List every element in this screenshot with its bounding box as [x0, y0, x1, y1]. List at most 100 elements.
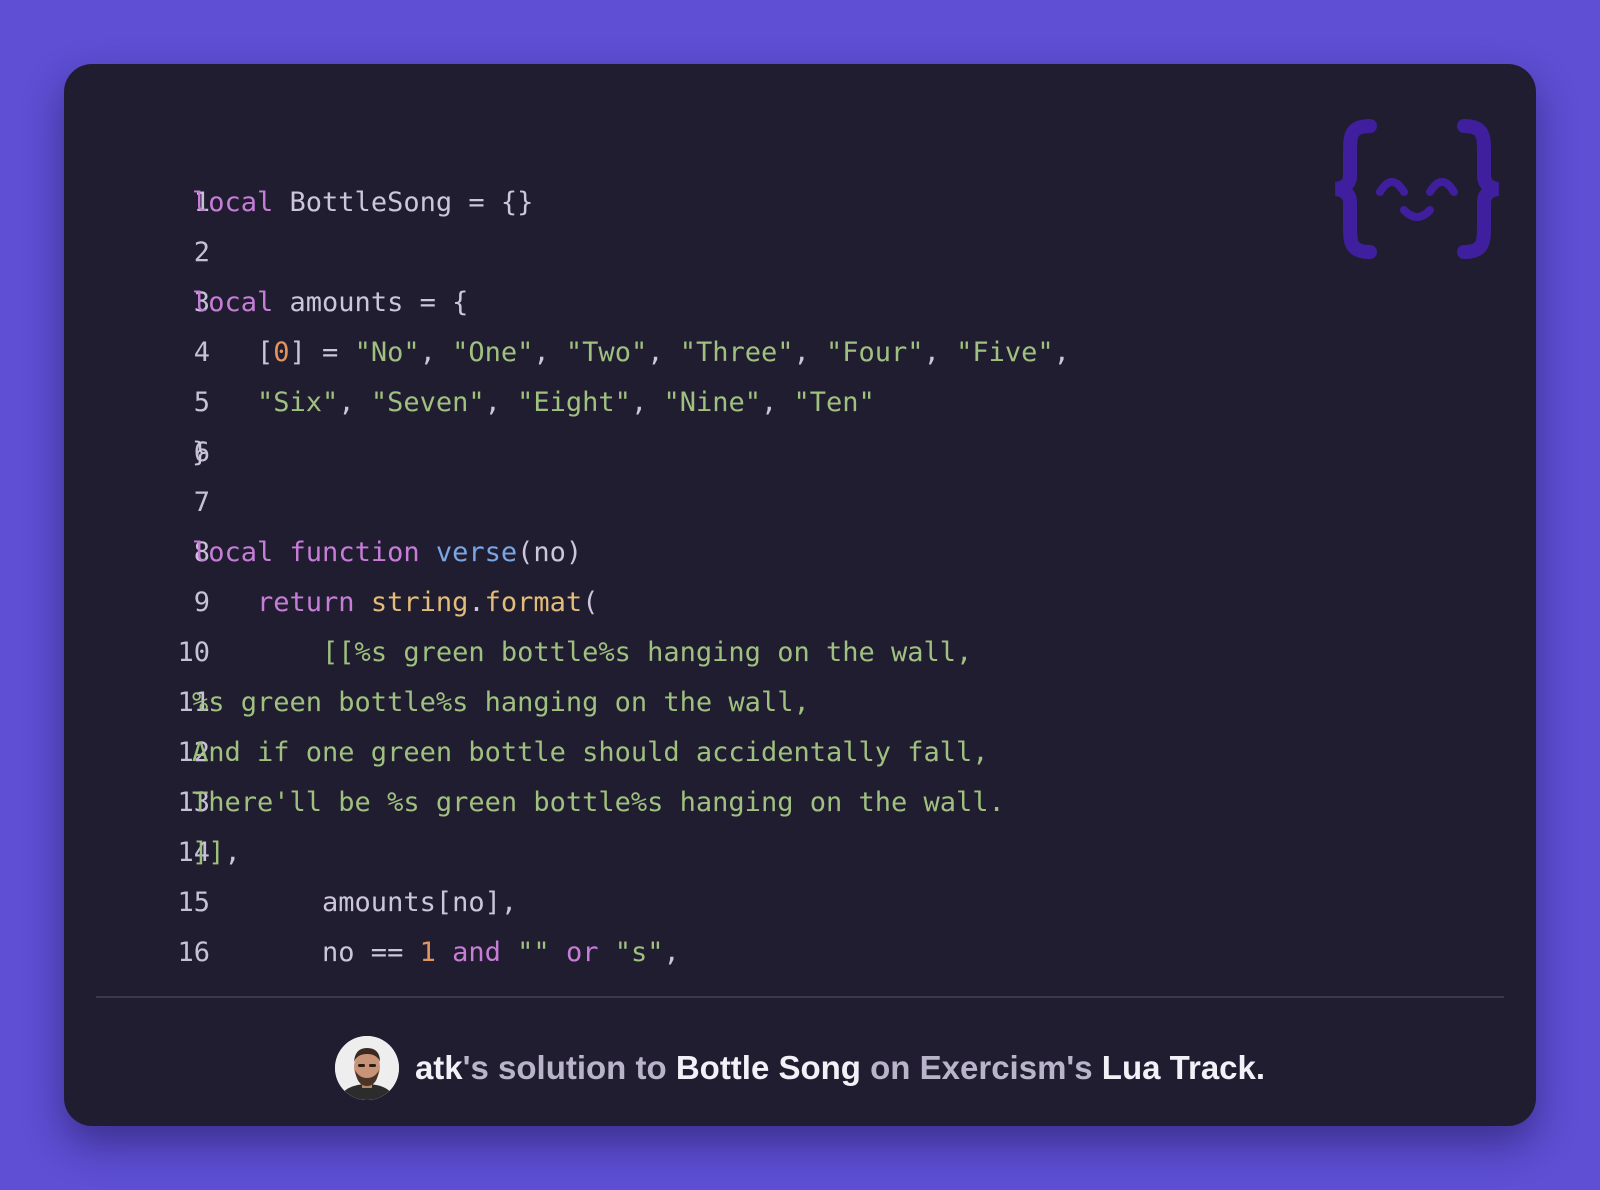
- footer-divider: [96, 996, 1504, 998]
- code-token: return: [257, 587, 355, 618]
- code-line: 14]],: [64, 827, 1536, 878]
- code-token: "Two": [565, 337, 648, 368]
- avatar-portrait-icon: [334, 1035, 399, 1100]
- code-token: }: [192, 437, 209, 468]
- code-token: 0: [273, 337, 290, 368]
- code-token: "Three": [679, 337, 794, 368]
- code-token: ,: [484, 387, 518, 418]
- code-line: 9 return string.format(: [64, 577, 1536, 628]
- exercise-name[interactable]: Bottle Song: [676, 1049, 861, 1086]
- code-token: And if one green bottle should accidenta…: [192, 737, 989, 768]
- code-token: [[%s green bottle%s hanging on the wall,: [322, 637, 973, 668]
- code-line: 16 no == 1 and "" or "s",: [64, 927, 1536, 978]
- code-token: ,: [533, 337, 566, 368]
- code-token: "No": [354, 337, 420, 368]
- line-source: local BottleSong = {}: [192, 177, 533, 228]
- line-source: }: [192, 427, 208, 478]
- line-source: [0] = "No", "One", "Two", "Three", "Four…: [192, 327, 1070, 378]
- code-token: %s green bottle%s hanging on the wall,: [192, 687, 810, 718]
- platform-name[interactable]: Exercism: [920, 1049, 1067, 1086]
- solution-to-text: solution to: [488, 1048, 676, 1086]
- author-name[interactable]: atk: [415, 1049, 463, 1086]
- code-line: 12 And if one green bottle should acciden…: [64, 727, 1536, 778]
- code-token: amounts = {: [273, 287, 469, 318]
- code-line: 13 There'll be %s green bottle%s hanging …: [64, 777, 1536, 828]
- code-token: local: [192, 287, 274, 318]
- code-line: 4 [0] = "No", "One", "Two", "Three", "Fo…: [64, 327, 1536, 378]
- code-token: ,: [647, 337, 680, 368]
- code-line: 1 local BottleSong = {}: [64, 177, 1536, 228]
- code-token: "Seven": [370, 387, 485, 418]
- code-token: ]]: [192, 837, 225, 868]
- line-source: [[%s green bottle%s hanging on the wall,: [192, 627, 972, 678]
- code-token: "": [517, 937, 550, 968]
- code-token: ,: [761, 387, 794, 418]
- code-token: "One": [452, 337, 534, 368]
- solution-caption: atk's solution to Bottle Song on Exercis…: [415, 1049, 1265, 1087]
- code-token: "s": [614, 937, 664, 968]
- exercism-logo-icon: [1334, 119, 1500, 259]
- line-source: local function verse(no): [192, 527, 582, 578]
- code-token: ,: [663, 937, 680, 968]
- user-avatar[interactable]: [334, 1035, 399, 1100]
- code-token: ,: [419, 337, 453, 368]
- line-source: amounts[no],: [192, 877, 517, 928]
- code-line: 3 local amounts = {: [64, 277, 1536, 328]
- code-token: format: [484, 587, 583, 618]
- code-token: local: [192, 187, 274, 218]
- code-token: and: [452, 937, 501, 968]
- code-token: verse: [435, 537, 518, 568]
- line-source: ]],: [192, 827, 241, 878]
- line-source: And if one green bottle should accidenta…: [192, 727, 989, 778]
- code-token: There'll be %s green bottle%s hanging on…: [192, 787, 1005, 818]
- code-token: ,: [793, 337, 827, 368]
- code-token: .: [468, 587, 485, 618]
- track-name[interactable]: Lua Track.: [1102, 1049, 1265, 1086]
- code-card: 1 local BottleSong = {} 2 3 local amounts = …: [64, 64, 1536, 1126]
- platform-possessive: 's: [1066, 1048, 1093, 1086]
- line-source: return string.format(: [192, 577, 598, 628]
- code-token: ,: [1053, 337, 1070, 368]
- code-line: 5 "Six", "Seven", "Eight", "Nine", "Ten": [64, 377, 1536, 428]
- footer: atk's solution to Bottle Song on Exercis…: [64, 1009, 1536, 1126]
- code-token: (no): [517, 537, 583, 568]
- code-token: ,: [338, 387, 371, 418]
- line-source: local amounts = {: [192, 277, 468, 328]
- line-number: 2: [193, 237, 210, 268]
- line-source: There'll be %s green bottle%s hanging on…: [192, 777, 1005, 828]
- on-text: on: [860, 1048, 920, 1086]
- code-token: [: [192, 337, 274, 368]
- code-token: amounts[no],: [192, 887, 518, 918]
- code-token: string: [370, 587, 469, 618]
- code-token: ] =: [289, 337, 355, 368]
- code-line: 7: [64, 477, 1536, 528]
- code-token: (: [582, 587, 599, 618]
- code-token: "Ten": [793, 387, 875, 418]
- code-token: ,: [224, 837, 241, 868]
- code-line: 10 [[%s green bottle%s hanging on the wa…: [64, 627, 1536, 678]
- code-token: "Five": [956, 337, 1054, 368]
- code-line: 15 amounts[no],: [64, 877, 1536, 928]
- code-token: "Four": [826, 337, 924, 368]
- code-token: BottleSong = {}: [273, 187, 534, 218]
- code-token: ,: [923, 337, 957, 368]
- code-token: or: [565, 937, 599, 968]
- code-token: local: [192, 537, 274, 568]
- line-source: %s green bottle%s hanging on the wall,: [192, 677, 810, 728]
- code-line: 11 %s green bottle%s hanging on the wall,: [64, 677, 1536, 728]
- author-possessive: 's: [462, 1048, 489, 1086]
- code-token: "Six": [257, 387, 339, 418]
- code-token: 1: [419, 937, 436, 968]
- line-source: "Six", "Seven", "Eight", "Nine", "Ten": [192, 377, 875, 428]
- code-token: ,: [630, 387, 664, 418]
- line-source: no == 1 and "" or "s",: [192, 927, 680, 978]
